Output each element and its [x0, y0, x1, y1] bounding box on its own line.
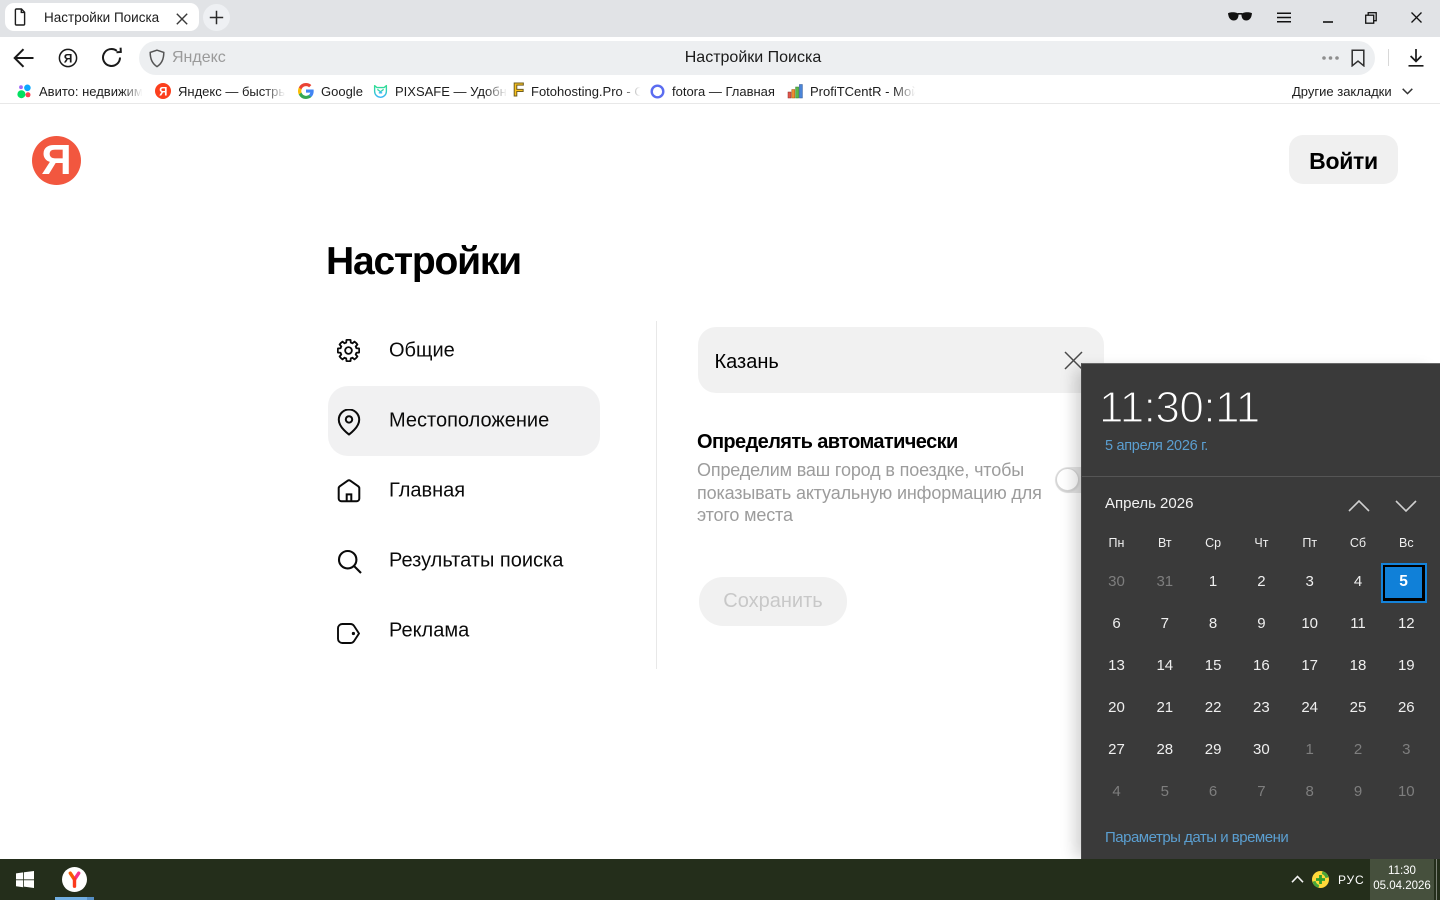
svg-text:Я: Я — [64, 51, 73, 65]
svg-text:Я: Я — [159, 86, 167, 98]
